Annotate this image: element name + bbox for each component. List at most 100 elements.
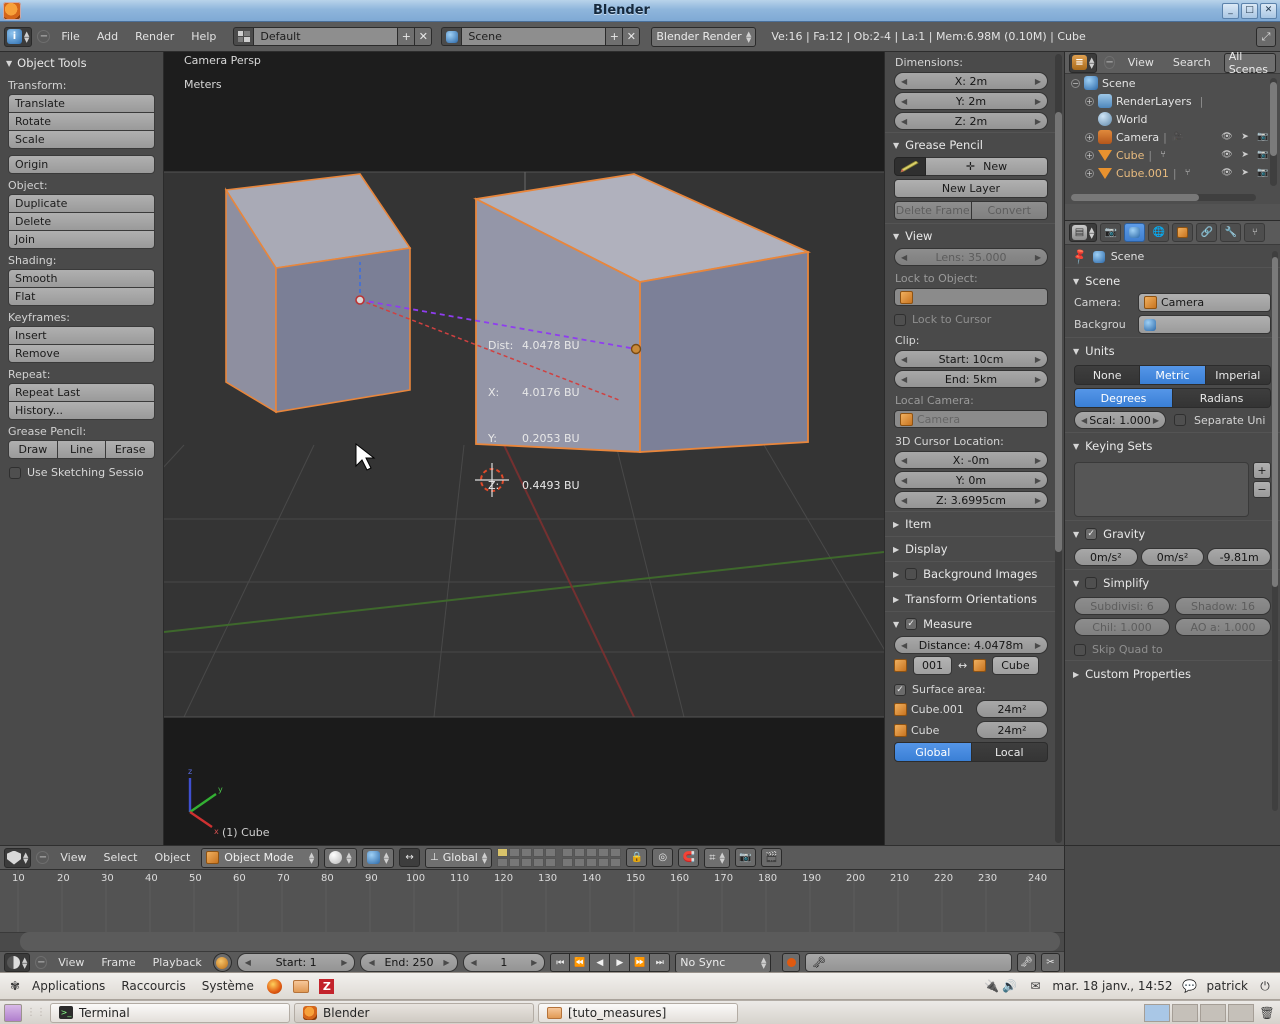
scale-button[interactable]: Scale	[8, 130, 155, 149]
renderable-camera-icon[interactable]: 📷	[1256, 131, 1270, 144]
timeline-editor-type-selector[interactable]: ▲▼	[4, 953, 30, 972]
maximize-button[interactable]: □	[1241, 3, 1258, 19]
expand-icon[interactable]: +	[1085, 169, 1094, 178]
scene-name[interactable]: Scene	[461, 27, 606, 46]
tab-data[interactable]: ⑂	[1244, 223, 1265, 242]
interaction-mode-selector[interactable]: Object Mode ▲▼	[201, 848, 319, 868]
show-desktop-button[interactable]	[4, 1004, 22, 1022]
selectable-arrow-icon[interactable]: ➤	[1238, 149, 1252, 162]
clip-start-field[interactable]: ◀Start: 10cm▶	[894, 350, 1048, 368]
visibility-eye-icon[interactable]: 👁	[1220, 167, 1234, 180]
unit-imperial-button[interactable]: Imperial	[1206, 365, 1271, 385]
workspace-1[interactable]	[1144, 1004, 1170, 1022]
screen-layout-name[interactable]: Default	[253, 27, 398, 46]
measure-panel-header[interactable]: ▼ ✓ Measure	[885, 611, 1057, 636]
delete-scene-button[interactable]: ✕	[623, 27, 640, 46]
unit-none-button[interactable]: None	[1074, 365, 1140, 385]
collapse-menu-icon[interactable]: −	[35, 956, 47, 969]
add-keying-set-button[interactable]: +	[1253, 462, 1271, 479]
delete-frame-button[interactable]: Delete Frame	[894, 201, 972, 220]
outliner-row-cube001[interactable]: + Cube.001 | ⑂ 👁 ➤ 📷	[1065, 164, 1280, 182]
grease-pencil-new-layer-button[interactable]: New Layer	[894, 179, 1048, 198]
properties-scrollbar-thumb[interactable]	[1272, 257, 1278, 587]
cursor-y-field[interactable]: ◀Y: 0m▶	[894, 471, 1048, 489]
sync-mode-selector[interactable]: No Sync ▲▼	[675, 953, 771, 973]
menu-systeme[interactable]: Système	[194, 977, 262, 995]
simplify-child-field[interactable]: Chil: 1.000	[1074, 618, 1170, 636]
tab-modifiers[interactable]: 🔧	[1220, 223, 1241, 242]
viewport-shading-selector[interactable]: ▲▼	[324, 848, 356, 868]
menu-applications[interactable]: Applications	[24, 977, 113, 995]
plugin-icon[interactable]: 🔌	[982, 977, 1000, 995]
use-sketching-session-row[interactable]: Use Sketching Sessio	[9, 466, 163, 479]
grease-draw-button[interactable]: Draw	[8, 440, 58, 459]
taskbar-item-tuto-measures[interactable]: [tuto_measures]	[538, 1003, 738, 1023]
unit-radians-button[interactable]: Radians	[1173, 388, 1271, 408]
unit-scale-field[interactable]: ◀ Scal: 1.000 ▶	[1074, 411, 1166, 429]
collapse-menu-icon[interactable]: −	[1104, 56, 1114, 69]
screen-layout-selector[interactable]: Default + ✕	[233, 27, 432, 46]
proportional-edit-icon[interactable]: ◎	[652, 848, 673, 867]
render-engine-selector[interactable]: Blender Render ▲▼	[651, 27, 756, 47]
measure-object-b-field[interactable]: Cube	[992, 656, 1038, 675]
gravity-panel-header[interactable]: ▼ ✓ Gravity	[1065, 520, 1280, 546]
menu-file[interactable]: File	[55, 28, 85, 45]
outliner-row-renderlayers[interactable]: + RenderLayers |	[1065, 92, 1280, 110]
npanel-scrollbar-thumb[interactable]	[1055, 112, 1062, 552]
gravity-y-field[interactable]: 0m/s²	[1141, 548, 1205, 566]
local-button[interactable]: Local	[972, 742, 1049, 762]
outliner-row-scene[interactable]: − Scene	[1065, 74, 1280, 92]
dimension-y-field[interactable]: ◀Y: 2m▶	[894, 92, 1048, 110]
tab-world[interactable]: 🌐	[1148, 223, 1169, 242]
trash-icon[interactable]: 🗑	[1258, 1004, 1276, 1022]
checkbox-icon[interactable]: ✓	[905, 618, 917, 630]
checkbox-icon[interactable]	[894, 314, 906, 326]
display-panel-header[interactable]: ▶ Display	[885, 536, 1057, 561]
keying-sets-panel-header[interactable]: ▼ Keying Sets	[1065, 432, 1280, 458]
join-button[interactable]: Join	[8, 230, 155, 249]
firefox-icon[interactable]	[266, 977, 284, 995]
play-button[interactable]: ▶	[610, 953, 630, 972]
outliner-editor-type-selector[interactable]: ≡ ▲▼	[1069, 53, 1097, 73]
selectable-arrow-icon[interactable]: ➤	[1238, 131, 1252, 144]
scene-background-field[interactable]	[1138, 315, 1271, 334]
current-frame-field[interactable]: ◀ 1 ▶	[463, 953, 546, 972]
outliner-display-mode[interactable]: All Scenes	[1224, 53, 1276, 73]
jump-end-button[interactable]: ⏭	[650, 953, 670, 972]
new-keyingset-icon[interactable]: 🗝	[1017, 953, 1036, 972]
close-button[interactable]: ✕	[1260, 3, 1277, 19]
unit-metric-button[interactable]: Metric	[1140, 365, 1205, 385]
mesh-data-icon[interactable]: ⑂	[1156, 149, 1170, 162]
measure-distance-field[interactable]: ◀Distance: 4.0478m▶	[894, 636, 1048, 654]
file-manager-icon[interactable]	[292, 977, 310, 995]
drag-handle-icon[interactable]: ⋮⋮	[26, 1007, 46, 1018]
filezilla-icon[interactable]: Z	[318, 977, 336, 995]
collapse-menu-icon[interactable]: −	[37, 30, 50, 43]
menu-render[interactable]: Render	[129, 28, 180, 45]
auto-keyframe-button[interactable]	[782, 953, 799, 972]
mesh-data-icon[interactable]: ⑂	[1181, 167, 1195, 180]
checkbox-icon[interactable]	[9, 467, 21, 479]
gravity-x-field[interactable]: 0m/s²	[1074, 548, 1138, 566]
selectable-arrow-icon[interactable]: ➤	[1238, 167, 1252, 180]
workspace-2[interactable]	[1172, 1004, 1198, 1022]
scene-layers[interactable]	[497, 848, 621, 867]
gravity-z-field[interactable]: -9.81m	[1207, 548, 1271, 566]
frame-end-field[interactable]: ◀ End: 250 ▶	[360, 953, 457, 972]
user-name[interactable]: patrick	[1199, 977, 1257, 995]
taskbar-item-terminal[interactable]: >_ Terminal	[50, 1003, 290, 1023]
surface-area-row[interactable]: ✓ Surface area:	[885, 679, 1057, 700]
lock-to-cursor-row[interactable]: Lock to Cursor	[885, 309, 1057, 330]
cursor-x-field[interactable]: ◀X: -0m▶	[894, 451, 1048, 469]
renderable-camera-icon[interactable]: 📷	[1256, 149, 1270, 162]
local-camera-field[interactable]: Camera	[894, 410, 1048, 428]
next-keyframe-button[interactable]: ⏩	[630, 953, 650, 972]
timeline-menu-frame[interactable]: Frame	[95, 954, 141, 971]
checkbox-icon[interactable]	[1085, 577, 1097, 589]
checkbox-icon[interactable]: ✓	[1085, 528, 1097, 540]
history-button[interactable]: History...	[8, 401, 155, 420]
viewport-menu-object[interactable]: Object	[148, 849, 196, 866]
simplify-panel-header[interactable]: ▼ Simplify	[1065, 569, 1280, 595]
snap-magnet-icon[interactable]: 🧲	[678, 848, 699, 867]
menu-add[interactable]: Add	[91, 28, 124, 45]
